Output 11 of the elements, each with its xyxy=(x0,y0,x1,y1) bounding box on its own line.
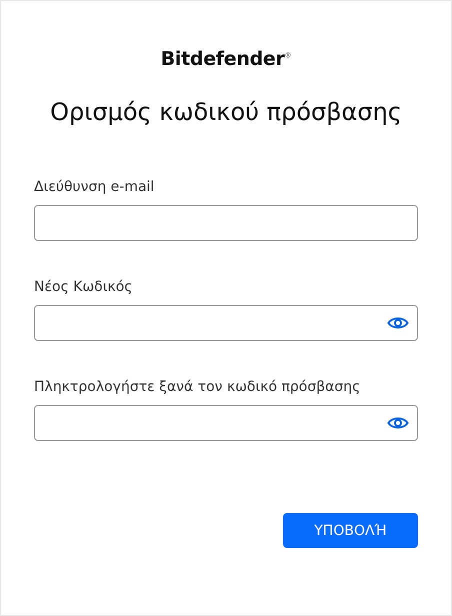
submit-button[interactable]: ΥΠΟΒΟΛΉ xyxy=(283,513,418,548)
field-label: Διεύθυνση e-mail xyxy=(34,179,156,195)
password-field[interactable] xyxy=(34,405,418,441)
email-field[interactable] xyxy=(34,205,418,241)
field-label: Νέος Κωδικός xyxy=(34,279,134,295)
field-label: Πληκτρολογήστε ξανά τον κωδικό πρόσβασης xyxy=(34,379,362,395)
show-password-icon[interactable] xyxy=(387,316,409,330)
show-password-icon[interactable] xyxy=(387,416,409,430)
password-field[interactable] xyxy=(34,305,418,341)
page-title: Ορισμός κωδικού πρόσβασης xyxy=(49,98,403,126)
logo-wordmark: Bitdefender$^{®}$ xyxy=(160,48,292,70)
